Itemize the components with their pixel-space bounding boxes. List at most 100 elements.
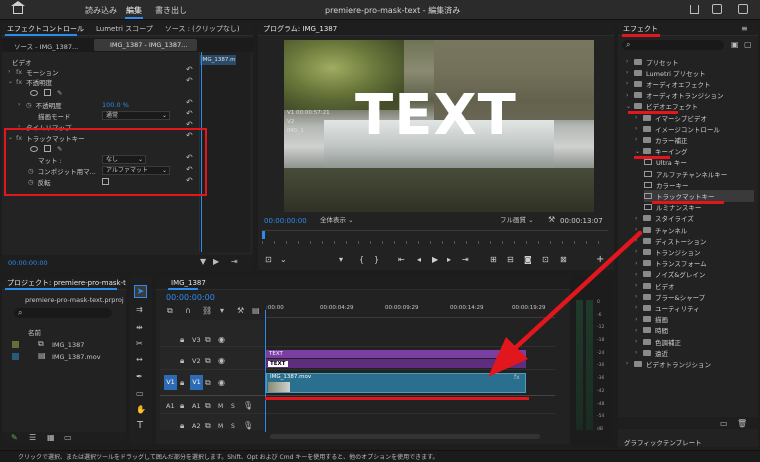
- home-icon[interactable]: [13, 5, 23, 14]
- reset-icon[interactable]: ↶: [186, 99, 193, 107]
- timeline-playhead[interactable]: [265, 310, 266, 432]
- effect-folder[interactable]: › カラー補正: [635, 134, 754, 145]
- microphone-icon[interactable]: 🎙︎: [243, 402, 253, 410]
- lock-icon[interactable]: 🔒︎: [180, 379, 184, 387]
- chevron-right-icon[interactable]: ›: [635, 226, 643, 233]
- project-item[interactable]: IMG_1387.mov: [52, 353, 101, 361]
- effect-folder[interactable]: › ノイズ&グレイン: [635, 269, 754, 280]
- effect-folder[interactable]: › ディストーション: [635, 235, 754, 246]
- eye-icon[interactable]: ◉: [218, 357, 225, 365]
- effect-folder[interactable]: › スタイライズ: [635, 213, 754, 224]
- rectangle-tool-icon[interactable]: ▭: [136, 390, 144, 398]
- program-playhead[interactable]: [262, 231, 265, 239]
- go-to-in-icon[interactable]: ⇤: [398, 255, 405, 264]
- ec-timecode[interactable]: 00:00:00:00: [8, 259, 48, 267]
- type-tool-icon[interactable]: T: [137, 421, 143, 431]
- mark-out-icon[interactable]: }: [374, 255, 379, 264]
- chevron-right-icon[interactable]: ›: [635, 349, 643, 356]
- mute-button[interactable]: M: [218, 423, 223, 430]
- effect-folder[interactable]: › トランジション: [635, 246, 754, 257]
- chevron-right-icon[interactable]: ›: [635, 316, 643, 323]
- opacity-value[interactable]: 100.0 %: [102, 101, 129, 109]
- chevron-right-icon[interactable]: ›: [635, 282, 643, 289]
- snap-icon[interactable]: ∩: [185, 307, 191, 315]
- effect-folder[interactable]: › ビデオトランジション: [626, 358, 754, 369]
- track-select-tool-icon[interactable]: ⇉: [136, 306, 143, 314]
- effect-item[interactable]: カラーキー: [644, 179, 754, 190]
- new-folder-icon[interactable]: ▭: [720, 420, 728, 428]
- solo-button[interactable]: S: [231, 403, 235, 410]
- marker-icon[interactable]: ▾: [339, 255, 343, 264]
- pencil-icon[interactable]: ✎: [11, 434, 18, 442]
- track-v3-label[interactable]: V3: [192, 336, 201, 344]
- effect-folder[interactable]: › 遠近: [635, 347, 754, 358]
- share-icon[interactable]: [690, 5, 699, 14]
- track-a2-label[interactable]: A2: [192, 422, 201, 430]
- caption-icon[interactable]: ▤: [252, 307, 260, 315]
- list-view-icon[interactable]: ☰: [29, 434, 36, 442]
- tab-effect-controls[interactable]: エフェクトコントロール: [7, 24, 84, 34]
- chevron-right-icon[interactable]: ›: [635, 293, 643, 300]
- track-a1-src[interactable]: A1: [166, 402, 175, 410]
- workspace-icon[interactable]: [738, 4, 748, 14]
- chevron-right-icon[interactable]: ›: [635, 237, 643, 244]
- chevron-right-icon[interactable]: ›: [626, 58, 634, 65]
- eye-icon[interactable]: ◉: [218, 379, 225, 387]
- timeline-timecode[interactable]: 00:00:00:00: [166, 293, 215, 302]
- export-icon[interactable]: ⇥: [231, 258, 238, 266]
- chevron-right-icon[interactable]: ›: [635, 304, 643, 311]
- tab-lumetri-scopes[interactable]: Lumetri スコープ: [96, 24, 153, 34]
- chevron-right-icon[interactable]: ›: [626, 80, 634, 87]
- ripple-edit-tool-icon[interactable]: ⇹: [136, 324, 143, 332]
- effect-folder[interactable]: › オーディオトランジション: [626, 90, 754, 101]
- effects-search-input[interactable]: [622, 40, 724, 50]
- sync-lock-icon[interactable]: ⧉: [205, 402, 211, 410]
- fullscreen-icon[interactable]: [712, 4, 722, 14]
- effect-folder[interactable]: › ユーティリティ: [635, 302, 754, 313]
- chevron-right-icon[interactable]: ›: [635, 271, 643, 278]
- microphone-icon[interactable]: 🎙︎: [243, 422, 253, 430]
- effect-folder[interactable]: › プリセット: [626, 56, 754, 67]
- chevron-right-icon[interactable]: ›: [635, 215, 643, 222]
- project-item[interactable]: IMG_1387: [52, 341, 84, 349]
- chevron-right-icon[interactable]: ›: [635, 327, 643, 334]
- program-overlay-text[interactable]: TEXT: [355, 88, 517, 144]
- slip-tool-icon[interactable]: ↔: [136, 356, 143, 364]
- lock-icon[interactable]: 🔒︎: [180, 357, 184, 365]
- play-only-icon[interactable]: ▶: [213, 258, 219, 266]
- fit-select[interactable]: 全体表示 ⌄: [320, 215, 366, 225]
- eye-icon[interactable]: ◉: [218, 336, 225, 344]
- nest-icon[interactable]: ⧉: [167, 307, 173, 315]
- pen-tool-icon[interactable]: ✒: [136, 373, 143, 381]
- blend-mode-select[interactable]: 通常 ⌄: [102, 111, 170, 120]
- effect-folder[interactable]: › ビデオ: [635, 280, 754, 291]
- nav-import[interactable]: 読み込み: [85, 5, 117, 16]
- chevron-right-icon[interactable]: ›: [626, 360, 634, 367]
- lock-icon[interactable]: 🔒︎: [180, 422, 184, 430]
- effect-folder[interactable]: › チャンネル: [635, 224, 754, 235]
- chevron-down-icon[interactable]: ⌄: [626, 103, 634, 110]
- project-search-input[interactable]: [14, 308, 112, 318]
- freeform-view-icon[interactable]: ▭: [64, 434, 72, 442]
- step-forward-icon[interactable]: ▸: [447, 255, 451, 264]
- effect-folder[interactable]: ⌄ ビデオエフェクト: [626, 101, 754, 112]
- nav-edit[interactable]: 編集: [126, 5, 142, 16]
- menu-icon[interactable]: ≡: [741, 25, 748, 33]
- source-label[interactable]: ソース - IMG_1387...: [14, 41, 78, 51]
- solo-button[interactable]: S: [231, 423, 235, 430]
- effect-folder[interactable]: › 時間: [635, 325, 754, 336]
- effect-folder[interactable]: › 描画: [635, 314, 754, 325]
- chevron-right-icon[interactable]: ›: [626, 92, 634, 99]
- program-timecode-left[interactable]: 00:00:00:00: [264, 217, 307, 225]
- chevron-down-icon[interactable]: ⌄: [635, 148, 643, 155]
- linked-icon[interactable]: ⛓: [202, 307, 212, 315]
- wrench-icon[interactable]: ⚒: [237, 307, 244, 315]
- chevron-right-icon[interactable]: ›: [626, 69, 634, 76]
- chevron-right-icon[interactable]: ›: [635, 136, 643, 143]
- track-v1-label[interactable]: V1: [190, 375, 203, 390]
- chevron-right-icon[interactable]: ›: [635, 248, 643, 255]
- effect-folder[interactable]: › 色調補正: [635, 336, 754, 347]
- timeline-scroll[interactable]: [270, 434, 540, 439]
- filter-icon[interactable]: ▼: [200, 258, 206, 266]
- row-opacity-section[interactable]: ⌄ fx 不透明度: [8, 76, 198, 87]
